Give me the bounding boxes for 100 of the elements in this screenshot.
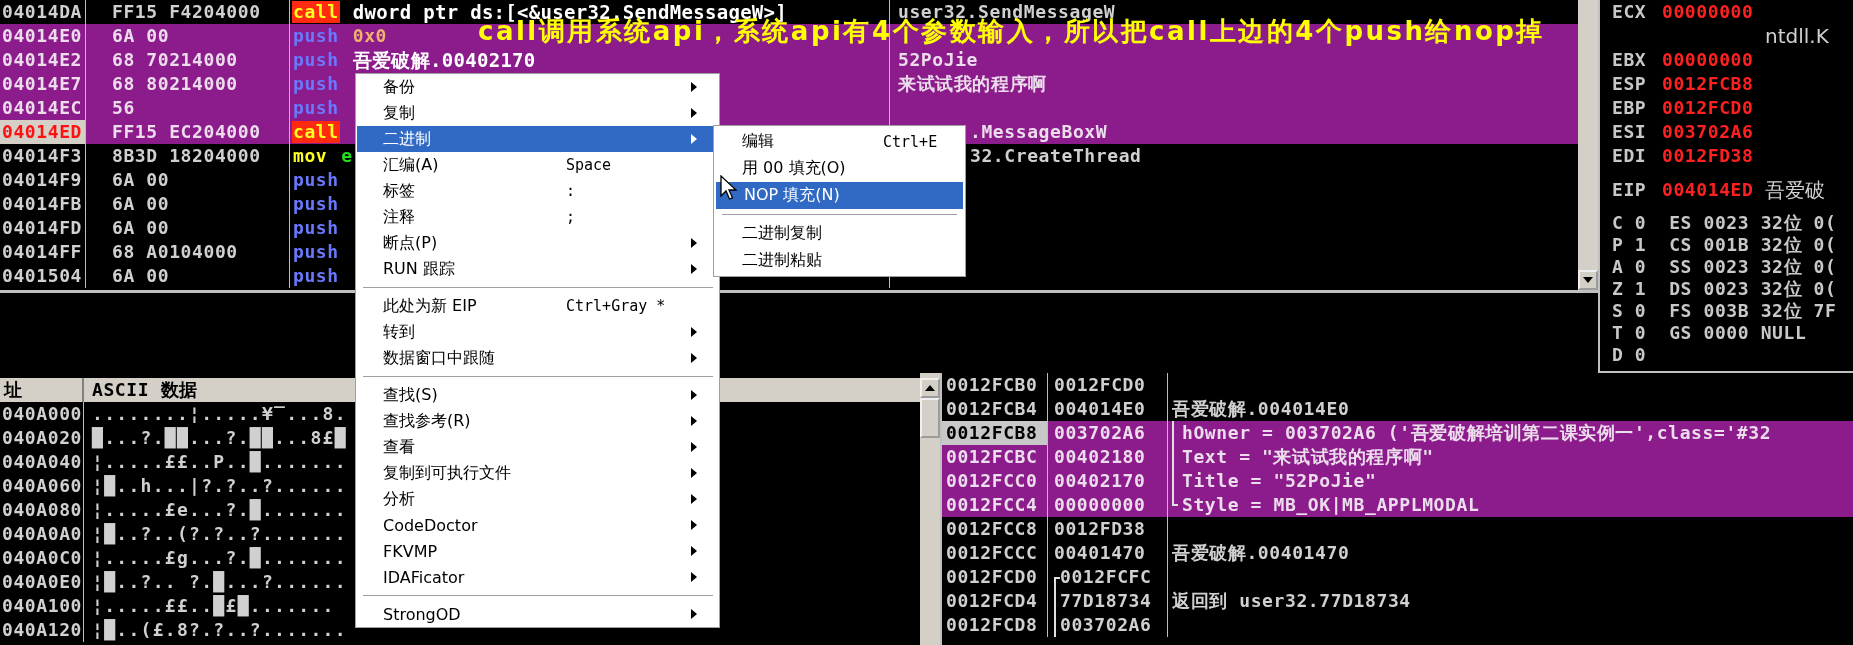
hex-cell: 8B3D 18204000 <box>86 144 290 168</box>
scrollbar[interactable] <box>1578 0 1598 290</box>
address-cell: 0401504 <box>0 264 86 288</box>
menu-item[interactable]: StrongOD <box>357 601 713 627</box>
address-cell-text: 040A040 <box>1 451 83 472</box>
mnemonic: call <box>292 1 340 23</box>
address-cell-text: 040A000 <box>1 403 83 424</box>
scroll-thumb[interactable] <box>920 398 940 438</box>
ascii-cell: ¦█..?.. ?.█...?...... <box>92 571 347 592</box>
mnemonic: push <box>292 169 340 191</box>
operand: 吾爱破解.00402170 <box>351 49 537 71</box>
column-header[interactable]: ASCII 数据 <box>84 379 198 400</box>
scrollbar[interactable] <box>920 373 940 645</box>
operand: e <box>340 145 354 167</box>
mnemonic: push <box>292 25 340 47</box>
register-name: EDI <box>1612 144 1648 168</box>
down-arrow-icon <box>1583 277 1593 283</box>
submenu-arrow-icon <box>691 390 697 400</box>
address-cell: 0012FCD8 <box>942 613 1048 637</box>
register-comment: ntdll.K <box>1765 24 1830 48</box>
mnemonic: mov <box>292 145 329 167</box>
ascii-cell: ¦█..?..(?.?..?....... <box>92 523 347 544</box>
comment-text: Style = MB_OK|MB_APPLMODAL <box>1182 493 1480 517</box>
menu-item[interactable]: CodeDoctor <box>357 512 713 538</box>
comment-text: 返回到 user32.77D18734 <box>1172 589 1411 613</box>
column-header[interactable]: 址 <box>0 379 23 400</box>
register-name: ECX <box>1612 0 1648 24</box>
value-cell: 004014E0 <box>1054 397 1146 421</box>
ascii-cell: ¦.....££..█£█....... <box>92 595 335 616</box>
menu-item[interactable]: 备份 <box>357 74 713 100</box>
address-cell-text: 040A100 <box>1 595 83 616</box>
comment-text: .MessageBoxW <box>970 121 1108 142</box>
scroll-down-button[interactable] <box>1578 270 1598 290</box>
value-cell: 003702A6 <box>1054 421 1146 445</box>
address-cell-text: 040A060 <box>1 475 83 496</box>
menu-item[interactable]: RUN 跟踪 <box>357 256 713 282</box>
menu-item[interactable]: 用 00 填充(O) <box>716 155 963 182</box>
menu-item[interactable]: 编辑 Ctrl+E <box>716 128 963 155</box>
submenu-arrow-icon <box>691 494 697 504</box>
ascii-cell: ¦.....££..P..█....... <box>92 451 347 472</box>
menu-item[interactable]: 查找参考(R) <box>357 408 713 434</box>
menu-item[interactable]: FKVMP <box>357 538 713 564</box>
mnemonic: push <box>292 241 340 263</box>
value-cell: 0012FD38 <box>1054 517 1146 541</box>
flag-line: Z 1 DS 0023 32位 0( <box>1612 278 1837 299</box>
register-value: 00000000 <box>1662 0 1755 24</box>
mnemonic: push <box>292 73 340 95</box>
menu-item[interactable]: IDAFicator <box>357 564 713 590</box>
comment-text: Title = "52PoJie" <box>1182 469 1377 493</box>
menu-item[interactable]: 此处为新 EIP Ctrl+Gray * <box>357 293 713 319</box>
scroll-up-button[interactable] <box>920 378 940 398</box>
menu-item[interactable]: 断点(P) <box>357 230 713 256</box>
comment-text: hOwner = 003702A6 ('吾爱破解培训第二课实例一',class='#32 <box>1182 421 1772 445</box>
menu-item[interactable]: 复制到可执行文件 <box>357 460 713 486</box>
submenu-arrow-icon <box>691 416 697 426</box>
address-cell: 0012FCB0 <box>942 373 1048 397</box>
submenu-arrow-icon <box>691 609 697 619</box>
submenu-arrow-icon <box>691 546 697 556</box>
menu-item[interactable]: 数据窗口中跟随 <box>357 345 713 371</box>
ascii-cell: ¦.....£g...?.█....... <box>92 547 347 568</box>
address-cell-text: 040A0A0 <box>1 523 83 544</box>
mnemonic: push <box>292 217 340 239</box>
value-cell: 00000000 <box>1054 493 1146 517</box>
comment-text: 吾爱破解.004014E0 <box>1172 397 1350 421</box>
comment-text: 52PoJie <box>898 49 979 70</box>
menu-item[interactable]: 查找(S) <box>357 382 713 408</box>
register-comment: 吾爱破 <box>1765 178 1826 202</box>
mnemonic: push <box>292 97 340 119</box>
value-cell: 0012FCFC <box>1060 565 1152 589</box>
menu-item[interactable]: 查看 <box>357 434 713 460</box>
menu-item[interactable]: 分析 <box>357 486 713 512</box>
hex-cell: 6A 00 <box>86 216 290 240</box>
address-cell: 0012FCB8 <box>942 421 1048 445</box>
hex-cell: 6A 00 <box>86 168 290 192</box>
menu-item[interactable]: 二进制 <box>357 126 713 152</box>
menu-item[interactable]: 转到 <box>357 319 713 345</box>
mnemonic: push <box>292 193 340 215</box>
address-cell: 0012FCD4 <box>942 589 1048 613</box>
register-name: EBX <box>1612 48 1648 72</box>
menu-item[interactable]: 注释 ; <box>357 204 713 230</box>
menu-item[interactable]: 二进制粘贴 <box>716 247 963 274</box>
menu-item[interactable]: 标签 : <box>357 178 713 204</box>
menu-item[interactable]: 复制 <box>357 100 713 126</box>
mnemonic: push <box>292 49 340 71</box>
address-cell: 04014ED <box>0 120 86 144</box>
value-cell: 00402170 <box>1054 469 1146 493</box>
submenu-arrow-icon <box>691 327 697 337</box>
submenu-arrow-icon <box>691 238 697 248</box>
submenu-arrow-icon <box>691 520 697 530</box>
register-value: 004014ED <box>1662 178 1755 202</box>
value-cell: 003702A6 <box>1060 613 1152 637</box>
flag-line: T 0 GS 0000 NULL <box>1612 322 1807 343</box>
submenu-arrow-icon <box>691 264 697 274</box>
register-name: EBP <box>1612 96 1648 120</box>
address-cell: 04014FB <box>0 192 86 216</box>
register-value: 0012FD38 <box>1662 144 1755 168</box>
menu-item[interactable]: 汇编(A) Space <box>357 152 713 178</box>
comment-text: Text = "来试试我的程序啊" <box>1182 445 1434 469</box>
menu-item[interactable]: 二进制复制 <box>716 220 963 247</box>
address-cell: 0012FCC4 <box>942 493 1048 517</box>
